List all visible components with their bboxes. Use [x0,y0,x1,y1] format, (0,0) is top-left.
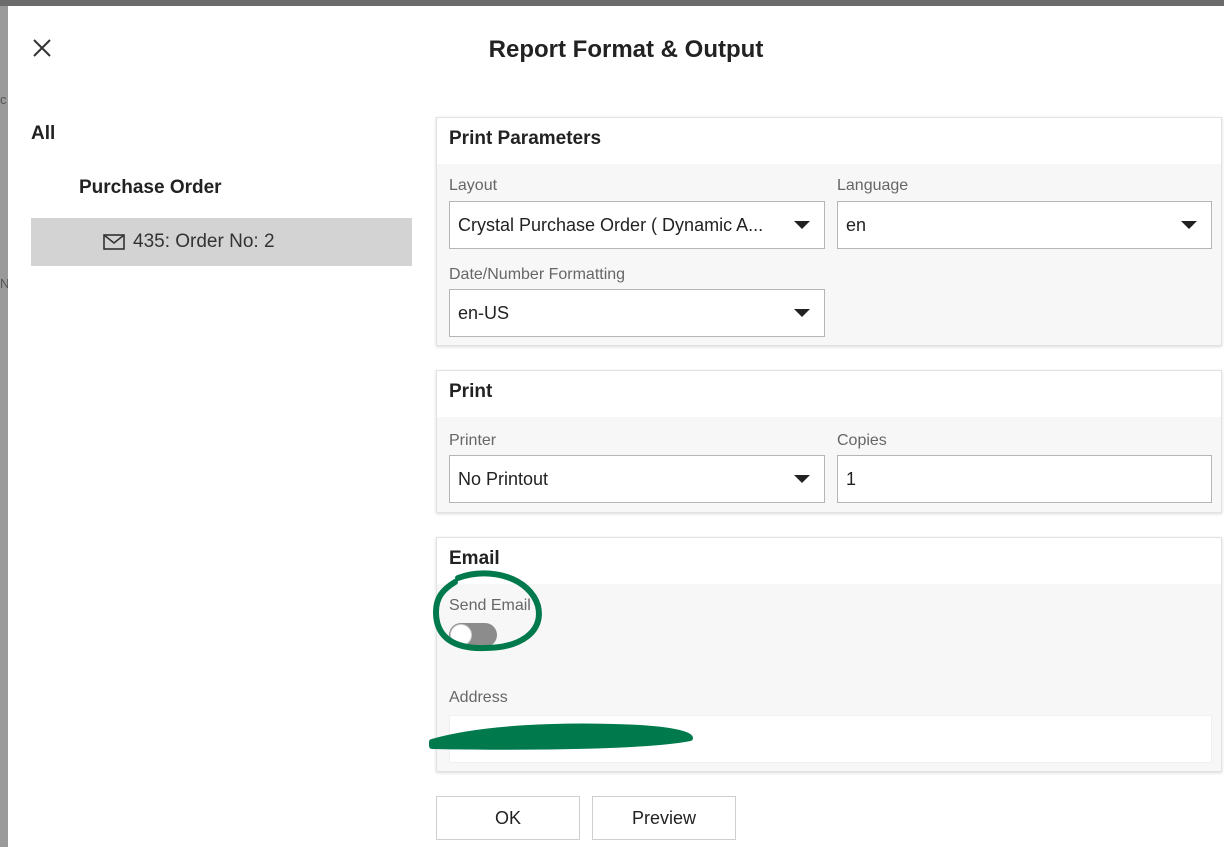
background-text-fragment: c [0,92,7,107]
preview-button[interactable]: Preview [592,796,736,840]
envelope-icon [103,234,125,250]
caret-down-icon [794,221,810,229]
language-label: Language [837,177,909,194]
print-title: Print [437,371,1221,417]
formatting-value: en-US [458,302,510,323]
address-input[interactable] [449,715,1212,763]
copies-label: Copies [837,432,887,449]
printer-value: No Printout [458,468,549,489]
ok-button[interactable]: OK [436,796,580,840]
email-section: Email Send Email Address [436,537,1222,772]
email-title: Email [437,538,1221,584]
copies-input[interactable] [837,455,1212,503]
layout-select[interactable]: Crystal Purchase Order ( Dynamic A... [449,201,825,249]
address-label: Address [449,689,508,706]
nav-item-all[interactable]: All [31,123,55,145]
send-email-toggle[interactable] [449,623,497,647]
formatting-label: Date/Number Formatting [449,266,626,283]
printer-select[interactable]: No Printout [449,455,825,503]
print-parameters-section: Print Parameters Layout Crystal Purchase… [436,117,1222,346]
print-section: Print Printer No Printout Copies [436,370,1222,513]
caret-down-icon [794,309,810,317]
layout-value: Crystal Purchase Order ( Dynamic A... [458,214,764,235]
nav-item-order[interactable]: 435: Order No: 2 [31,218,412,266]
send-email-label: Send Email [449,597,531,614]
toggle-knob [450,624,472,646]
printer-label: Printer [449,432,497,449]
language-value: en [846,214,867,235]
nav-group-purchase-order[interactable]: Purchase Order [79,177,222,199]
dialog-title: Report Format & Output [488,36,764,63]
nav-item-order-label: 435: Order No: 2 [133,231,275,252]
formatting-select[interactable]: en-US [449,289,825,337]
print-parameters-title: Print Parameters [437,118,1221,164]
layout-label: Layout [449,177,498,194]
report-format-dialog: Report Format & Output All Purchase Orde… [8,6,1224,847]
caret-down-icon [1181,221,1197,229]
background-window: c N [0,6,9,847]
caret-down-icon [794,475,810,483]
language-select[interactable]: en [837,201,1212,249]
